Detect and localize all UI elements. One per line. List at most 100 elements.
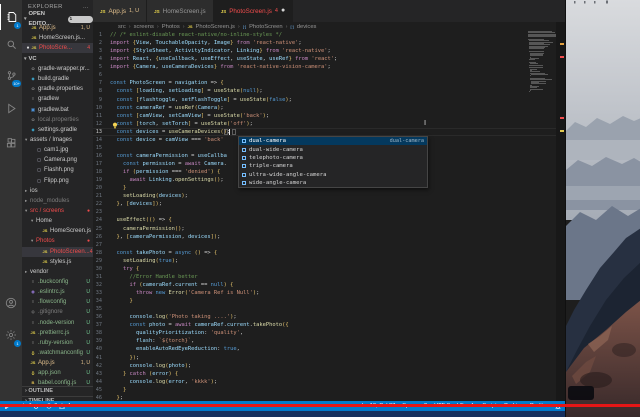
tree-file-camera-png[interactable]: ▢Camera.png <box>22 155 93 165</box>
tree-file-gradlew-bat[interactable]: ▣gradlew.bat <box>22 105 93 115</box>
tree-file-homescreen-js[interactable]: JSHomeScreen.js <box>22 226 93 236</box>
tree-folder-photos[interactable]: ▾Photos● <box>22 236 93 246</box>
suggest-item-wide-angle-camera[interactable]: wide-angle-camera <box>239 179 427 187</box>
tree-file--watchmanconfig[interactable]: {}.watchmanconfigU <box>22 348 93 358</box>
outline-section[interactable]: › OUTLINE <box>22 386 93 396</box>
sidebar-more-icon[interactable]: … <box>83 4 89 10</box>
code-line-25[interactable]: 25 cameraPermission(); <box>93 225 565 233</box>
tree-file-local-properties[interactable]: Olocal.properties <box>22 115 93 125</box>
tree-folder-home[interactable]: ▾Home <box>22 216 93 226</box>
tree-file-gradle-properties[interactable]: Ogradle.properties <box>22 84 93 94</box>
tree-file-gradle-wrapper-pr-[interactable]: Ogradle-wrapper.pr... <box>22 64 93 74</box>
breadcrumb-item[interactable]: PhotoScreen.js <box>196 24 235 30</box>
code-line-36[interactable]: 36 console.log('Photo taking ....'); <box>93 313 565 321</box>
code-line-33[interactable]: 33 throw new Error('Camera Ref is Null')… <box>93 289 565 297</box>
tree-folder-node-modules[interactable]: ▸node_modules <box>22 196 93 206</box>
workspace-root[interactable]: ▾VC <box>22 54 93 64</box>
code-line-9[interactable]: 9 const [flashtoggle, setFlashToggle] = … <box>93 96 565 104</box>
code-line-26[interactable]: 26 }, [cameraPermission, devices]); <box>93 233 565 241</box>
code-line-32[interactable]: 32 if (cameraRef.current == null) { <box>93 281 565 289</box>
code-line-24[interactable]: 24 useEffect(() => { <box>93 216 565 224</box>
tree-file--node-version[interactable]: ≡.node-versionU <box>22 318 93 328</box>
run-debug-icon[interactable] <box>0 95 22 121</box>
code-line-34[interactable]: 34 } <box>93 297 565 305</box>
open-editor-item[interactable]: JSApp.js1, U <box>22 23 93 33</box>
breadcrumb-item[interactable]: src <box>118 24 126 30</box>
code-line-43[interactable]: 43 } catch (error) { <box>93 370 565 378</box>
extensions-icon[interactable] <box>0 130 22 156</box>
tree-folder-ios[interactable]: ▸ios <box>22 186 93 196</box>
tree-file--eslintrc-js[interactable]: ◉.eslintrc.jsU <box>22 287 93 297</box>
code-line-38[interactable]: 38 qualityPrioritization: 'quality', <box>93 329 565 337</box>
tree-file-photoscreen-[interactable]: JSPhotoScreen...4 <box>22 247 93 257</box>
code-line-4[interactable]: 4import React, {useCallback, useEffect, … <box>93 55 565 63</box>
code-line-8[interactable]: 8 const [loading, setLoading] = useState… <box>93 87 565 95</box>
suggest-item-dual-camera[interactable]: dual-cameradual-camera <box>239 137 427 145</box>
tree-folder-src-screens[interactable]: ▾src / screens● <box>22 206 93 216</box>
tree-file--prettierrc-js[interactable]: JS.prettierrc.jsU <box>22 328 93 338</box>
tree-file-build-gradle[interactable]: ◆build.gradle <box>22 74 93 84</box>
search-icon[interactable] <box>0 31 22 57</box>
code-line-39[interactable]: 39 flash: `${torch}`, <box>93 337 565 345</box>
tree-file--buckconfig[interactable]: ≡.buckconfigU <box>22 277 93 287</box>
tree-file-cam1-jpg[interactable]: ▢cam1.jpg <box>22 145 93 155</box>
tree-file-app-js[interactable]: JSApp.js1, U <box>22 358 93 368</box>
tab-homescreen-js[interactable]: JSHomeScreen.js <box>147 0 214 22</box>
tab-photoscreen-js[interactable]: JSPhotoScreen.js4● <box>214 0 294 22</box>
code-line-30[interactable]: 30 try { <box>93 265 565 273</box>
code-line-29[interactable]: 29 setLoading(true); <box>93 257 565 265</box>
tree-folder-vendor[interactable]: ▸vendor <box>22 267 93 277</box>
suggest-item-ultra-wide-angle-camera[interactable]: ultra-wide-angle-camera <box>239 171 427 179</box>
code-line-11[interactable]: 11 const [camView, setCamView] = useStat… <box>93 112 565 120</box>
code-line-12[interactable]: 12 const [torch, setTorch] = useState('o… <box>93 120 565 128</box>
code-line-5[interactable]: 5import {Camera, useCameraDevices} from … <box>93 63 565 71</box>
code-line-35[interactable]: 35 <box>93 305 565 313</box>
code-line-31[interactable]: 31 //Error Handle better <box>93 273 565 281</box>
code-line-3[interactable]: 3import {StyleSheet, ActivityIndicator, … <box>93 47 565 55</box>
source-control-icon[interactable]: 10+ <box>0 62 22 88</box>
tree-file--gitignore[interactable]: ◇.gitignoreU <box>22 307 93 317</box>
code-line-2[interactable]: 2import {View, TouchableOpacity, Image} … <box>93 39 565 47</box>
code-line-13[interactable]: 13 const devices = useCameraDevices(); <box>93 128 565 136</box>
tree-file-styles-js[interactable]: JSstyles.js <box>22 257 93 267</box>
code-line-10[interactable]: 10 const cameraRef = useRef(Camera); <box>93 104 565 112</box>
code-line-28[interactable]: 28 const takePhoto = async () => { <box>93 249 565 257</box>
breadcrumb-item[interactable]: PhotoScreen <box>249 24 283 30</box>
tree-file-flipp-png[interactable]: ▢Flipp.png <box>22 176 93 186</box>
code-line-23[interactable]: 23 <box>93 208 565 216</box>
code-line-7[interactable]: 7const PhotoScreen = navigation => { <box>93 79 565 87</box>
tree-file-gradlew[interactable]: ≡gradlew <box>22 94 93 104</box>
tree-file-flashh-png[interactable]: ▢Flashh.png <box>22 165 93 175</box>
tree-folder-assets-images[interactable]: ▾assets / Images <box>22 135 93 145</box>
explorer-icon[interactable]: 1 <box>0 4 22 30</box>
open-editor-item[interactable]: JSHomeScreen.js... <box>22 33 93 43</box>
tree-file-settings-gradle[interactable]: ◆settings.gradle <box>22 125 93 135</box>
accounts-icon[interactable] <box>0 290 22 316</box>
code-line-45[interactable]: 45 } <box>93 386 565 394</box>
open-editor-item[interactable]: ●JSPhotoScre...4 <box>22 43 93 53</box>
code-line-41[interactable]: 41 }); <box>93 354 565 362</box>
code-line-27[interactable]: 27 <box>93 241 565 249</box>
settings-gear-icon[interactable]: 1 <box>0 322 22 348</box>
breadcrumb-item[interactable]: devices <box>297 24 317 30</box>
tree-file--flowconfig[interactable]: ≡.flowconfigU <box>22 297 93 307</box>
code-line-21[interactable]: 21 setLoading(devices); <box>93 192 565 200</box>
tree-file--ruby-version[interactable]: ≡.ruby-versionU <box>22 338 93 348</box>
code-line-6[interactable]: 6 <box>93 71 565 79</box>
minimap[interactable] <box>528 31 558 151</box>
suggest-item-triple-camera[interactable]: triple-camera <box>239 162 427 170</box>
tree-file-app-json[interactable]: {}app.jsonU <box>22 368 93 378</box>
tab-app-js[interactable]: JSApp.js1, U <box>93 0 147 22</box>
suggest-item-dual-wide-camera[interactable]: dual-wide-camera <box>239 145 427 153</box>
suggest-item-telephoto-camera[interactable]: telephoto-camera <box>239 154 427 162</box>
code-line-22[interactable]: 22 }, [devices]); <box>93 200 565 208</box>
code-line-1[interactable]: 1// /* eslint-disable react-native/no-in… <box>93 31 565 39</box>
code-editor[interactable]: 1// /* eslint-disable react-native/no-in… <box>93 31 565 402</box>
code-line-44[interactable]: 44 console.log(error, 'kkkk'); <box>93 378 565 386</box>
video-progress-bar[interactable] <box>0 404 640 407</box>
breadcrumb-item[interactable]: Photos <box>162 24 180 30</box>
code-line-42[interactable]: 42 console.log(photo); <box>93 362 565 370</box>
lightbulb-icon[interactable] <box>112 122 118 129</box>
code-line-37[interactable]: 37 const photo = await cameraRef.current… <box>93 321 565 329</box>
code-line-40[interactable]: 40 enableAutoRedEyeReduction: true, <box>93 345 565 353</box>
